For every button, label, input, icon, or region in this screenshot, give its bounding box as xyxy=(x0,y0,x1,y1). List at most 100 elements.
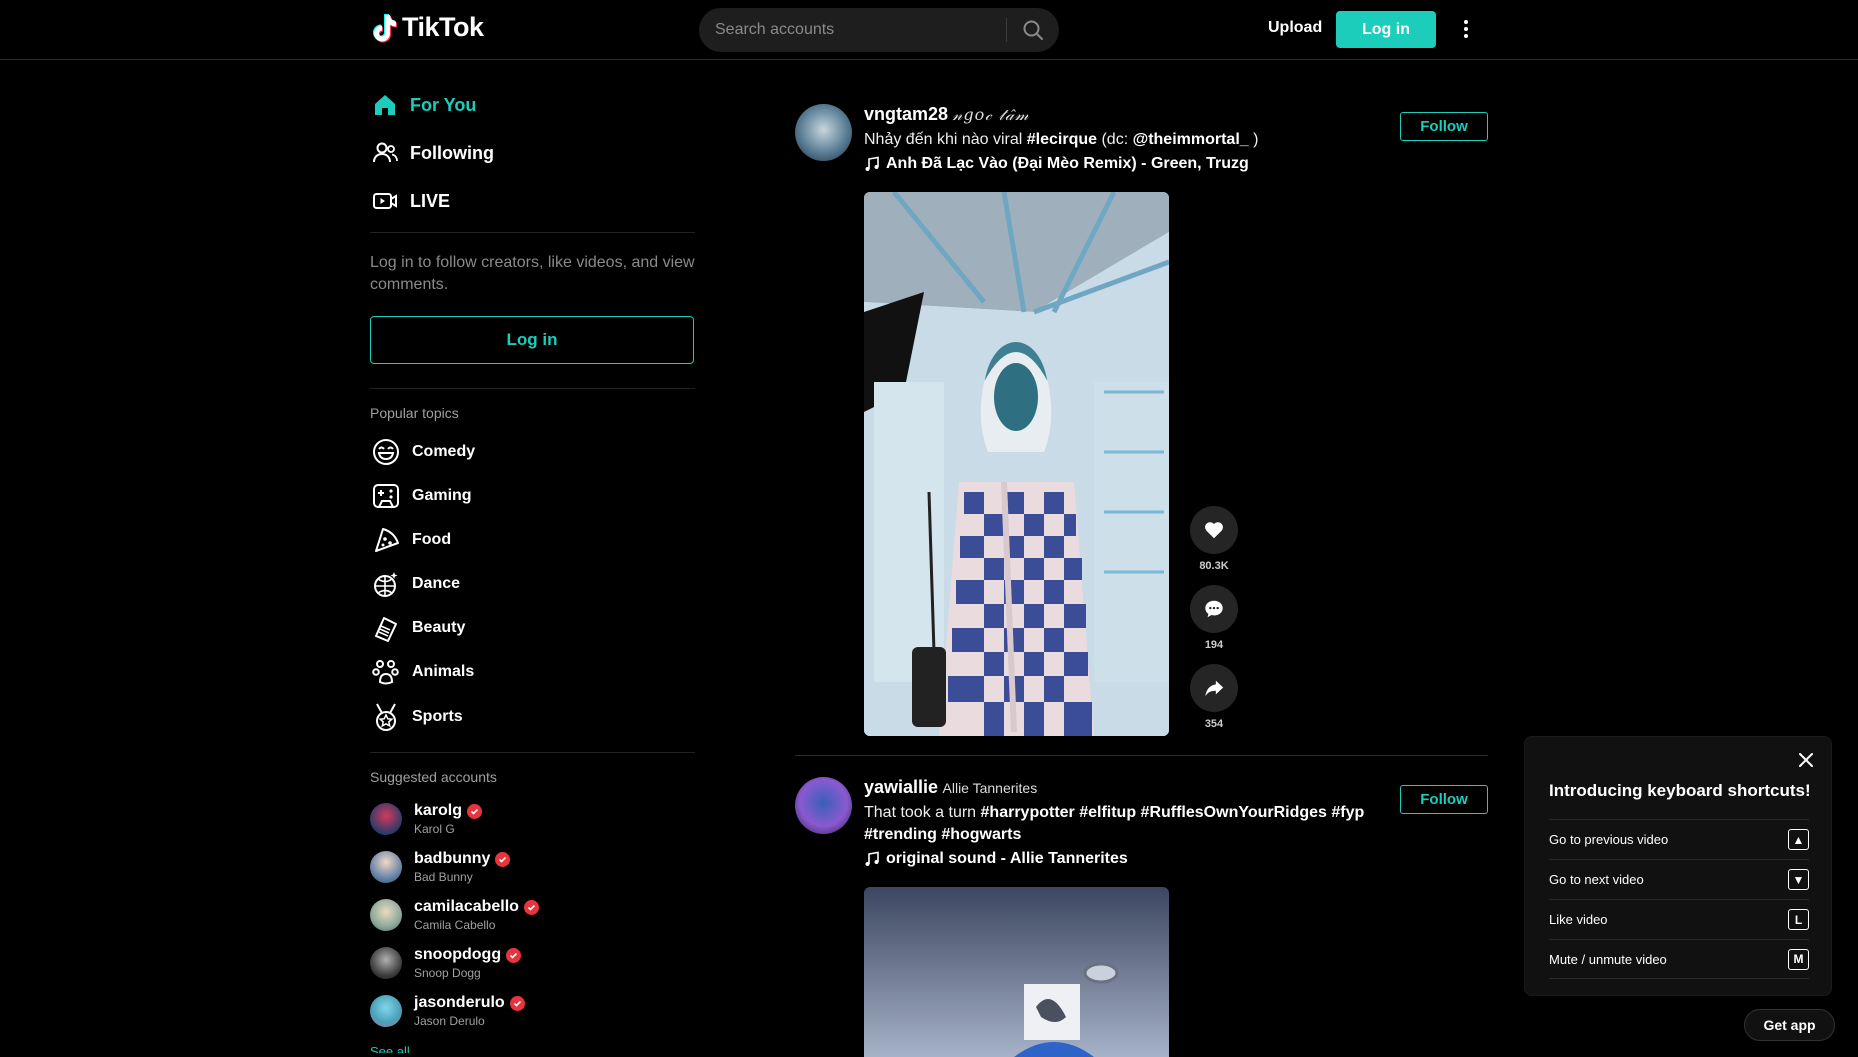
login-button[interactable]: Log in xyxy=(1336,11,1436,48)
verified-badge-icon xyxy=(467,803,483,819)
get-app-button[interactable]: Get app xyxy=(1744,1009,1835,1041)
topic-label: Animals xyxy=(412,663,475,680)
topic-label: Beauty xyxy=(412,619,466,636)
post-username[interactable]: yawiallie xyxy=(864,777,938,797)
beauty-icon xyxy=(375,617,397,642)
post-music[interactable]: original sound - Allie Tannerites xyxy=(864,850,1384,868)
see-all-link[interactable]: See all xyxy=(370,1044,410,1053)
suggested-account-badbunny[interactable]: badbunny Bad Bunny xyxy=(370,850,511,884)
topic-label: Dance xyxy=(412,575,461,592)
topic-sports[interactable]: Sports xyxy=(372,702,463,732)
popular-topics-title: Popular topics xyxy=(370,405,459,421)
avatar xyxy=(370,803,402,835)
post-divider xyxy=(795,755,1488,756)
account-username: camilacabello xyxy=(414,898,519,915)
close-icon[interactable] xyxy=(1797,751,1815,769)
video-player[interactable] xyxy=(864,887,1169,1057)
topic-food[interactable]: Food xyxy=(372,526,451,554)
topic-animals[interactable]: Animals xyxy=(372,658,474,686)
account-display-name: Snoop Dogg xyxy=(414,966,481,980)
sidebar-divider xyxy=(370,388,695,389)
feed-post: vngtam28 𝓃𝑔𝑜𝒸 𝓉𝒶̂𝓂 Nhảy đến khi nào vira… xyxy=(795,104,1488,744)
topic-label: Sports xyxy=(412,708,463,725)
post-music[interactable]: Anh Đã Lạc Vào (Đại Mèo Remix) - Green, … xyxy=(864,155,1384,173)
key-up-icon: ▲ xyxy=(1788,829,1809,850)
music-note-icon xyxy=(865,851,879,866)
search-bar xyxy=(699,8,1059,52)
shortcut-label: Mute / unmute video xyxy=(1549,951,1667,967)
post-header: vngtam28 𝓃𝑔𝑜𝒸 𝓉𝒶̂𝓂 Nhảy đến khi nào vira… xyxy=(864,104,1384,173)
nav-following[interactable]: Following xyxy=(372,140,494,166)
post-caption: Nhảy đến khi nào viral #lecirque (dc: @t… xyxy=(864,129,1384,151)
search-icon[interactable] xyxy=(1021,18,1045,42)
post-nickname: 𝓃𝑔𝑜𝒸 𝓉𝒶̂𝓂 xyxy=(952,105,1030,124)
topic-beauty[interactable]: Beauty xyxy=(372,614,465,642)
mention-link[interactable]: @theimmortal_ xyxy=(1133,131,1249,148)
caption-text: That took a turn xyxy=(864,804,981,821)
share-action[interactable]: 354 xyxy=(1189,664,1239,730)
shortcut-row: Go to previous video ▲ xyxy=(1549,819,1809,859)
like-count: 80.3K xyxy=(1199,560,1229,572)
comment-button[interactable] xyxy=(1190,585,1238,633)
search-divider xyxy=(1006,18,1007,42)
comment-icon xyxy=(1205,600,1223,618)
follow-button[interactable]: Follow xyxy=(1400,785,1488,814)
post-avatar[interactable] xyxy=(795,777,852,834)
sports-icon xyxy=(376,703,396,731)
suggested-account-karolg[interactable]: karolg Karol G xyxy=(370,802,483,836)
shortcut-label: Go to next video xyxy=(1549,872,1644,887)
post-avatar[interactable] xyxy=(795,104,852,161)
music-title: original sound - Allie Tannerites xyxy=(886,850,1128,867)
follow-button[interactable]: Follow xyxy=(1400,112,1488,141)
account-username: badbunny xyxy=(414,850,491,867)
suggested-account-jasonderulo[interactable]: jasonderulo Jason Derulo xyxy=(370,994,525,1028)
tiktok-logo-icon xyxy=(373,13,397,42)
account-username: karolg xyxy=(414,802,463,819)
post-header: yawiallie Allie Tannerites That took a t… xyxy=(864,777,1384,868)
key-down-icon: ▼ xyxy=(1788,869,1809,890)
video-thumbnail xyxy=(864,192,1169,736)
account-username: snoopdogg xyxy=(414,946,502,963)
suggested-account-snoopdogg[interactable]: snoopdogg Snoop Dogg xyxy=(370,946,522,980)
like-button[interactable] xyxy=(1190,506,1238,554)
topic-label: Food xyxy=(412,531,452,548)
topic-label: Comedy xyxy=(412,443,476,460)
login-prompt: Log in to follow creators, like videos, … xyxy=(370,254,695,293)
hashtag-link[interactable]: #lecirque xyxy=(1027,131,1097,148)
shortcut-row: Mute / unmute video M xyxy=(1549,939,1809,979)
more-options-icon[interactable] xyxy=(1456,16,1476,42)
nav-live[interactable]: LIVE xyxy=(372,188,450,214)
dance-icon xyxy=(374,572,398,597)
shortcut-label: Like video xyxy=(1549,912,1608,927)
topic-gaming[interactable]: Gaming xyxy=(372,482,472,510)
avatar xyxy=(370,947,402,979)
post-username[interactable]: vngtam28 xyxy=(864,104,948,124)
like-action[interactable]: 80.3K xyxy=(1189,506,1239,572)
sidebar-divider xyxy=(370,752,695,753)
topic-label: Gaming xyxy=(412,487,472,504)
verified-badge-icon xyxy=(509,995,525,1011)
share-button[interactable] xyxy=(1190,664,1238,712)
avatar xyxy=(370,995,402,1027)
comedy-icon xyxy=(373,439,399,465)
suggested-account-camilacabello[interactable]: camilacabello Camila Cabello xyxy=(370,898,539,932)
sidebar-login-button[interactable]: Log in xyxy=(370,316,694,364)
following-icon xyxy=(373,142,398,163)
home-icon xyxy=(375,95,395,115)
logo-text: TikTok xyxy=(402,12,484,42)
gaming-icon xyxy=(373,484,399,508)
topic-comedy[interactable]: Comedy xyxy=(372,438,475,466)
verified-badge-icon xyxy=(523,899,539,915)
video-player[interactable] xyxy=(864,192,1169,736)
account-display-name: Camila Cabello xyxy=(414,918,496,932)
topic-dance[interactable]: Dance xyxy=(372,570,460,598)
shortcuts-title: Introducing keyboard shortcuts! xyxy=(1549,781,1811,800)
top-bar: TikTok Upload Log in xyxy=(0,0,1858,60)
comment-action[interactable]: 194 xyxy=(1189,585,1239,651)
post-nickname: Allie Tannerites xyxy=(942,780,1038,796)
tiktok-logo[interactable]: TikTok xyxy=(372,12,484,43)
nav-for-you[interactable]: For You xyxy=(372,92,476,118)
account-username: jasonderulo xyxy=(414,994,505,1011)
upload-button[interactable]: Upload xyxy=(1268,19,1322,37)
search-input[interactable] xyxy=(715,8,1015,52)
